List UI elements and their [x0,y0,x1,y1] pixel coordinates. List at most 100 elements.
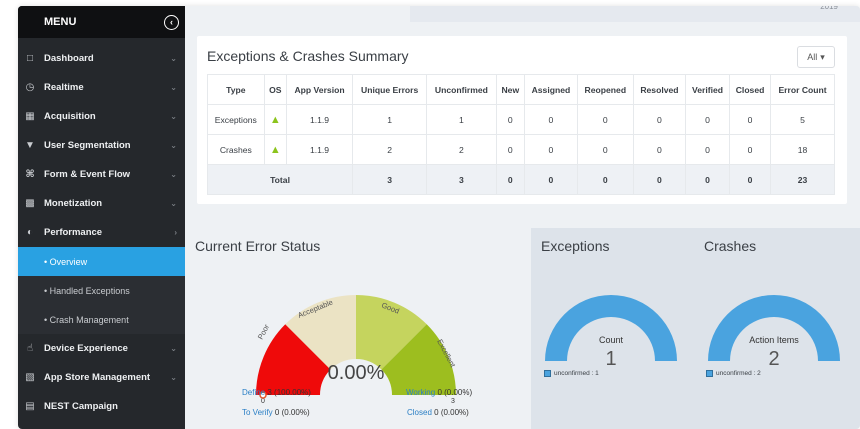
chevron-down-icon: ⌄ [170,83,177,92]
table-cell: 0 [576,164,634,195]
sidebar-item-label: User Segmentation [44,140,131,151]
stat-label[interactable]: Working [406,388,435,397]
table-cell: ▲ [263,134,288,165]
menu-title: MENU [44,16,77,28]
sidebar-item-label: Performance [44,227,103,238]
mini-gauges: Count 1 Action Items 2 [545,295,840,370]
android-icon: ▲ [269,113,281,126]
sidebar-item-label: App Store Management [44,372,151,383]
table-cell: 1 [426,104,497,135]
table-cell: 0 [728,104,772,135]
table-cell: Crashes [207,134,265,165]
table-cell: 1 [352,104,428,135]
filter-label: All [807,52,818,62]
clipboard-icon: ▤ [25,401,35,412]
touch-icon: ☝ [26,343,34,354]
table-cell: 0 [685,104,730,135]
table-cell: 1.1.9 [286,134,354,165]
chevron-down-icon: ⌄ [170,373,177,382]
sidebar-subitem-label: • Handled Exceptions [44,285,130,296]
table-total-row: Total 3 3 0 0 0 0 0 0 23 [206,164,835,195]
legend-text: unconfirmed : 2 [716,370,761,377]
sidebar-subitem-crash-management[interactable]: • Crash Management [18,305,185,334]
table-cell: 0 [576,134,634,165]
collapse-menu-icon[interactable]: ‹ [164,14,179,30]
summary-card: Exceptions & Crashes Summary All ▾ Type … [197,36,847,204]
col-header[interactable]: Type [207,74,265,105]
stat-value: 0 (0.00%) [437,388,473,397]
filter-dropdown[interactable]: All ▾ [797,46,835,68]
stat-label[interactable]: Closed [407,408,432,417]
gauge-min-tick: 0 [261,398,265,405]
col-header[interactable]: OS [263,74,288,105]
sidebar-subitem-overview[interactable]: • Overview [18,247,185,276]
table-cell: 1.1.9 [286,104,354,135]
table-cell: 0 [495,104,526,135]
col-header[interactable]: Verified [685,74,730,105]
filter-icon: ▼ [25,140,35,151]
main-content: 2019 Exceptions & Crashes Summary All ▾ … [185,6,860,429]
table-cell: 0 [632,104,687,135]
sidebar-item-app-store-management[interactable]: ▧ App Store Management ⌄ [18,363,185,392]
sidebar: MENU ‹ □ Dashboard ⌄ ◷ Realtime ⌄ ▦ Acqu… [18,6,185,429]
col-header[interactable]: Reopened [576,74,634,105]
col-header[interactable]: Error Count [770,74,835,105]
sidebar-item-dashboard[interactable]: □ Dashboard ⌄ [18,44,185,73]
table-cell: Exceptions [207,104,265,135]
table-cell: 0 [576,104,634,135]
legend-swatch [544,370,551,377]
col-header[interactable]: Resolved [632,74,687,105]
chevron-right-icon: › [174,228,177,237]
sidebar-subitem-handled-exceptions[interactable]: • Handled Exceptions [18,276,185,305]
chevron-down-icon: ⌄ [170,170,177,179]
sidebar-item-user-segmentation[interactable]: ▼ User Segmentation ⌄ [18,131,185,160]
error-gauge: Poor Acceptable Good Excellent 0 3 0.00% [256,295,458,405]
acquisition-icon: ▦ [25,111,35,122]
flow-icon: ⌘ [25,169,35,180]
stat-working: Working 0 (0.00%) [406,388,472,397]
stat-value: 0 (0.00%) [274,408,310,417]
gauge-value: 0.00% [328,362,385,384]
table-cell: 0 [685,164,730,195]
stat-value: 0 (0.00%) [434,408,469,417]
monitor-icon: □ [26,53,34,64]
stat-value: 3 (100.00%) [267,388,311,397]
top-card: 2019 [410,6,860,22]
exceptions-gauge-value: 1 [605,348,616,370]
total-label: Total [206,164,354,195]
sidebar-item-form-event-flow[interactable]: ⌘ Form & Event Flow ⌄ [18,160,185,189]
sidebar-item-monetization[interactable]: ▩ Monetization ⌄ [18,189,185,218]
col-header[interactable]: App Version [286,74,354,105]
crashes-legend: unconfirmed : 2 [706,370,761,377]
table-cell: 0 [632,134,687,165]
menu-header: MENU ‹ [18,6,185,38]
sidebar-subitem-label: • Crash Management [44,314,129,325]
stat-label[interactable]: Define [242,388,265,397]
sidebar-item-label: Monetization [44,198,103,209]
gauge-max-tick: 3 [451,398,455,405]
col-header[interactable]: Closed [728,74,772,105]
top-year: 2019 [820,6,838,11]
sidebar-item-device-experience[interactable]: ☝ Device Experience ⌄ [18,334,185,363]
gauge-icon: ◐ [26,227,34,238]
col-header[interactable]: New [495,74,526,105]
chevron-down-icon: ⌄ [170,344,177,353]
sidebar-item-nest-campaign[interactable]: ▤ NEST Campaign [18,392,185,421]
sidebar-item-realtime[interactable]: ◷ Realtime ⌄ [18,73,185,102]
table-cell: 0 [632,164,687,195]
sidebar-item-performance[interactable]: ◐ Performance › [18,218,185,247]
table-cell: 0 [524,164,578,195]
col-header[interactable]: Unconfirmed [426,74,497,105]
sidebar-item-label: Device Experience [44,343,128,354]
sidebar-item-acquisition[interactable]: ▦ Acquisition ⌄ [18,102,185,131]
caret-down-icon: ▾ [820,51,825,62]
sidebar-item-label: Acquisition [44,111,96,122]
stat-define: Define 3 (100.00%) [242,388,311,397]
table-cell: 0 [728,134,772,165]
stat-label[interactable]: To Verify [242,408,273,417]
col-header[interactable]: Assigned [524,74,578,105]
crashes-title: Crashes [704,238,757,254]
table-cell: 23 [770,164,835,195]
legend-text: unconfirmed : 1 [554,370,599,377]
col-header[interactable]: Unique Errors [352,74,428,105]
